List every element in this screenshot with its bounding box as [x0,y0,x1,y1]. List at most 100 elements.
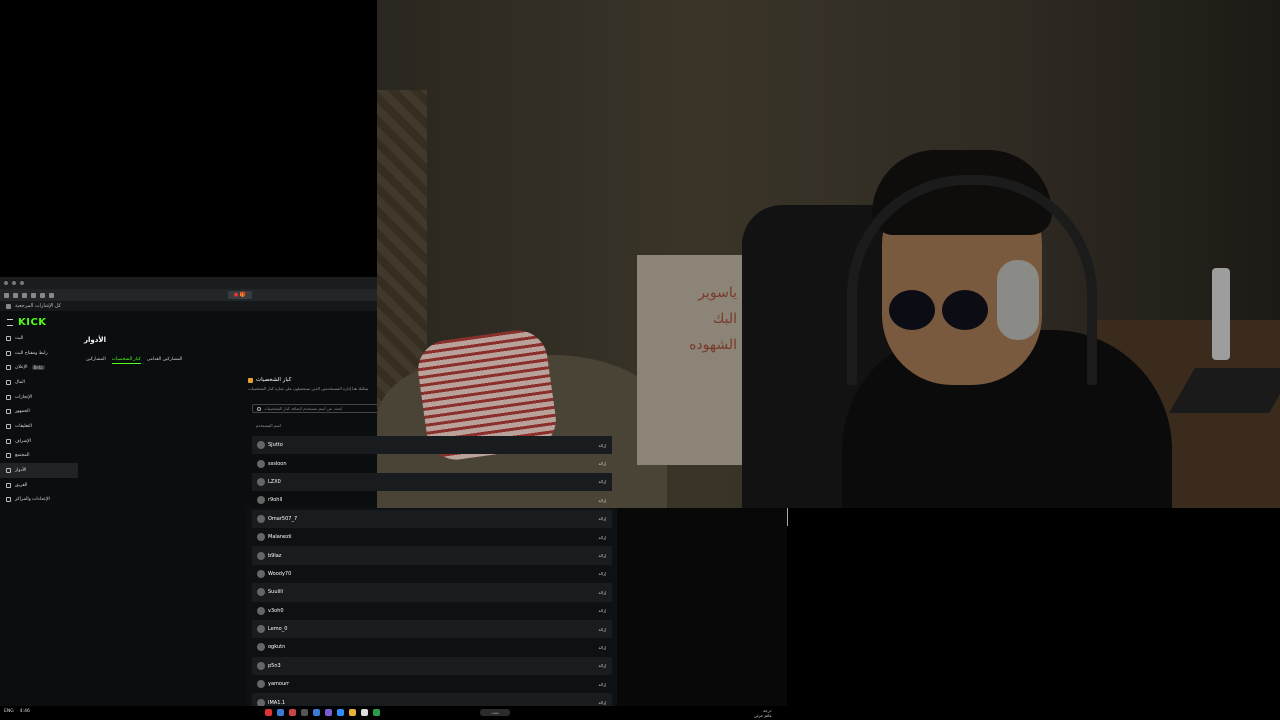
table-row[interactable]: LZX0 إزالة [252,472,612,492]
home-icon[interactable] [31,292,36,298]
tray-language[interactable]: ENG [4,709,14,714]
app-icon[interactable] [289,709,296,716]
menu-icon [6,365,11,371]
browser-tab[interactable]: ● 🎁 [227,291,252,299]
avatar [257,496,265,505]
sidebar-item-money[interactable]: المال [0,375,78,390]
username[interactable]: ogkutn [268,644,285,650]
remove-vip-button[interactable]: إزالة [598,627,606,632]
table-row[interactable]: v3oh0 إزالة [252,602,612,620]
table-row[interactable]: Suulili إزالة [252,583,612,602]
hamburger-icon[interactable] [7,319,13,326]
window-dot[interactable] [4,281,8,285]
roles-tabs: المشاركين كبار الشخصيات المشاركين القدام… [86,357,182,364]
sidebar-item-label: الفريق [15,482,28,488]
table-row[interactable]: sssloon إزالة [252,454,612,472]
webcam-feed: ياسوير البك الشهوده [377,0,1280,508]
remove-vip-button[interactable]: إزالة [598,645,606,650]
table-row[interactable]: ogkutn إزالة [252,638,612,656]
app-icon[interactable] [265,709,272,716]
menu-icon [6,438,11,444]
username[interactable]: Woody70 [268,571,291,577]
weather-widget[interactable]: درجة غائم جزئي [754,708,771,718]
app-icon[interactable] [313,709,320,716]
table-row[interactable]: b9laz إزالة [252,546,612,565]
remove-vip-button[interactable]: إزالة [598,516,606,521]
folder-icon[interactable] [349,709,356,716]
remove-vip-button[interactable]: إزالة [598,535,606,540]
app-icon[interactable] [337,709,344,716]
username[interactable]: sssloon [268,461,287,467]
sidebar-item-stream-key[interactable]: رابط ومفتاح البث [0,346,78,361]
table-row[interactable]: SJutto إزالة [252,436,612,455]
remove-vip-button[interactable]: إزالة [598,553,606,558]
vip-search-input[interactable]: ابحث عن اسم مستخدم لإضافة كبار الشخصيات [252,404,377,413]
username[interactable]: IMA1.1 [268,700,285,706]
remove-vip-button[interactable]: إزالة [598,682,606,687]
sidebar-item-achievements[interactable]: الإنجازات [0,390,78,405]
username[interactable]: b9laz [268,553,281,559]
table-row[interactable]: Woody70 إزالة [252,565,612,583]
app-icon[interactable] [277,709,284,716]
username[interactable]: Omar507_7 [268,516,297,522]
remove-vip-button[interactable]: إزالة [598,571,606,576]
username[interactable]: Malanezii [268,534,291,540]
remove-vip-button[interactable]: إزالة [598,479,606,484]
profile-icon[interactable] [49,292,54,298]
tab-participants[interactable]: المشاركين [86,357,106,364]
app-icon[interactable] [325,709,332,716]
table-row[interactable]: p5n3 إزالة [252,656,612,676]
kick-logo[interactable]: KICK [18,317,47,328]
browser-titlebar [0,277,377,289]
username[interactable]: Lemo_0 [268,626,287,632]
sidebar-item-audience[interactable]: الجمهور [0,404,78,419]
column-header-username: اسم المستخدم [256,423,281,428]
forward-icon[interactable] [13,292,18,298]
remove-vip-button[interactable]: إزالة [598,700,606,705]
sidebar-item-roles[interactable]: الأدوار [0,463,78,478]
remove-vip-button[interactable]: إزالة [598,443,606,448]
app-icon[interactable] [301,709,308,716]
back-icon[interactable] [4,292,9,298]
taskbar-search[interactable]: بحث [480,709,510,716]
table-row[interactable]: r9ohll إزالة [252,491,612,509]
sidebar-item-community[interactable]: المجتمع [0,449,78,464]
search-icon [257,406,261,411]
remove-vip-button[interactable]: إزالة [598,461,606,466]
sidebar-item-label: رابط ومفتاح البث [15,350,48,356]
table-row[interactable]: yamourr إزالة [252,675,612,693]
remove-vip-button[interactable]: إزالة [598,663,606,668]
sidebar-item-moderation[interactable]: الإشراف [0,434,78,449]
table-row[interactable]: Malanezii إزالة [252,528,612,546]
username[interactable]: LZX0 [268,479,281,485]
table-row[interactable]: Lemo_0 إزالة [252,619,612,639]
username[interactable]: p5n3 [268,663,281,669]
tab-vips[interactable]: كبار الشخصيات [111,357,141,364]
window-dot[interactable] [12,281,16,285]
username[interactable]: Suulili [268,589,283,595]
sidebar-item-team[interactable]: الفريق [0,478,78,493]
tray-clock[interactable]: 4:46 [20,709,30,714]
username[interactable]: r9ohll [268,497,282,503]
username[interactable]: SJutto [268,442,283,448]
table-row[interactable]: Omar507_7 إزالة [252,509,612,528]
app-icon[interactable] [361,709,368,716]
remove-vip-button[interactable]: إزالة [598,590,606,595]
remove-vip-button[interactable]: إزالة [598,498,606,503]
sidebar-item-stream[interactable]: البث [0,331,78,346]
bottle [1212,268,1230,360]
avatar [257,441,265,450]
vip-title: كبار الشخصيات [248,377,377,383]
tab-og[interactable]: المشاركين القدامى [147,357,183,364]
remove-vip-button[interactable]: إزالة [598,608,606,613]
window-dot[interactable] [20,281,24,285]
username[interactable]: yamourr [268,681,289,687]
reload-icon[interactable] [22,292,27,298]
bookmarks-label[interactable]: كل الإشارات المرجعية [15,303,61,309]
extension-icon[interactable] [40,292,45,298]
sidebar-item-ads[interactable]: الإعلان Beta [0,360,78,375]
sidebar-item-comments[interactable]: التعليقات [0,419,78,434]
app-icon[interactable] [373,709,380,716]
sidebar-item-settings[interactable]: الإعدادات والمراكز [0,493,78,508]
username[interactable]: v3oh0 [268,608,284,614]
